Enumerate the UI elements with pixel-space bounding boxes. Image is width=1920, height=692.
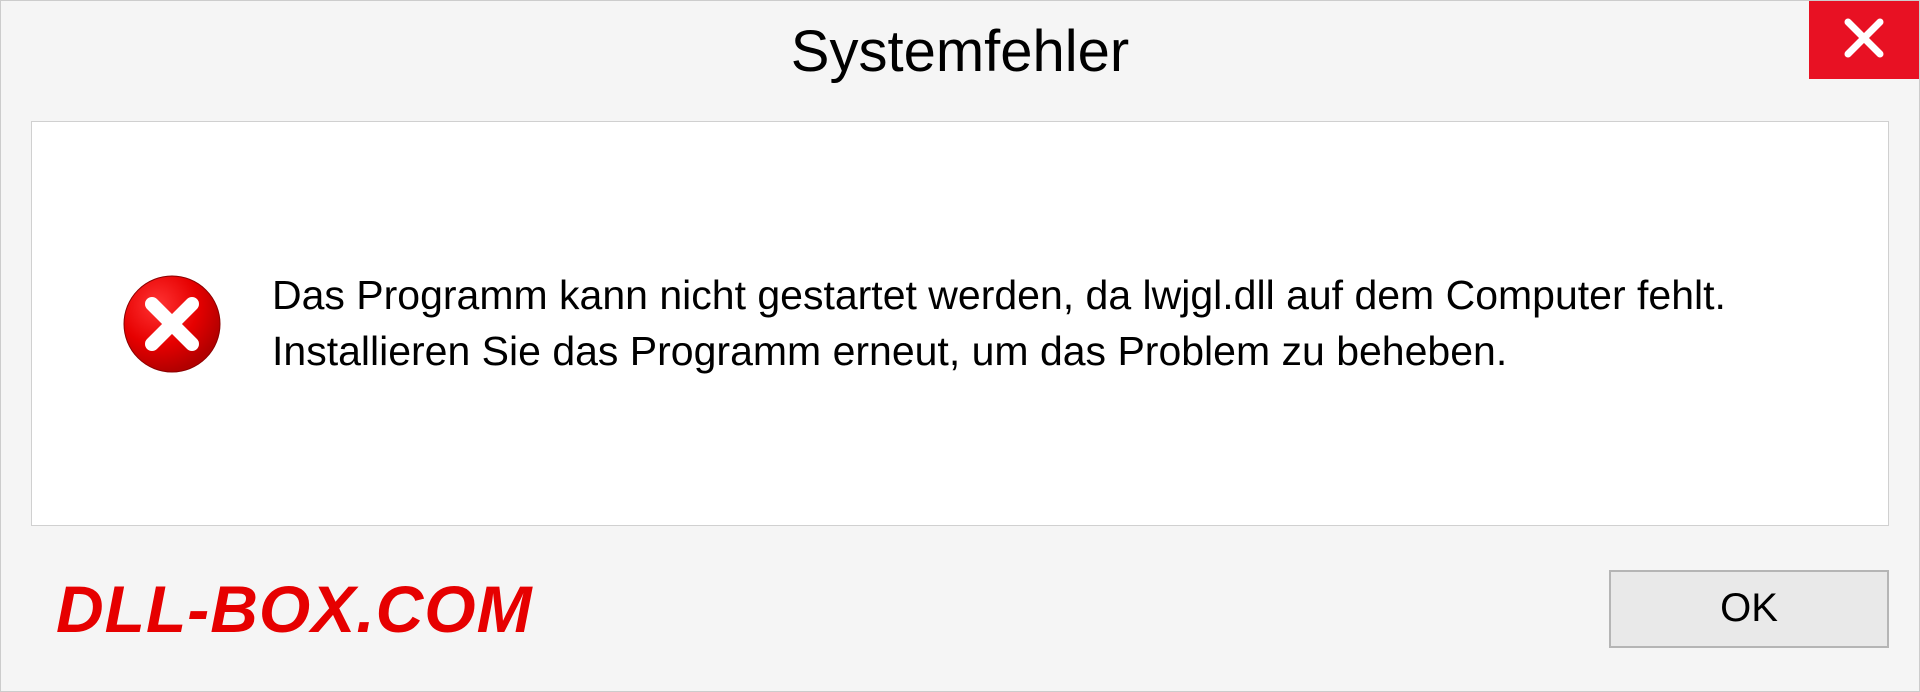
content-panel: Das Programm kann nicht gestartet werden… [31, 121, 1889, 526]
watermark-text: DLL-BOX.COM [56, 571, 533, 647]
close-icon [1842, 16, 1886, 65]
error-dialog: Systemfehler [0, 0, 1920, 692]
error-icon [122, 274, 222, 374]
ok-button[interactable]: OK [1609, 570, 1889, 648]
dialog-title: Systemfehler [791, 18, 1129, 85]
close-button[interactable] [1809, 1, 1919, 79]
error-message: Das Programm kann nicht gestartet werden… [272, 268, 1808, 379]
title-bar: Systemfehler [1, 1, 1919, 101]
footer-bar: DLL-BOX.COM OK [1, 526, 1919, 691]
